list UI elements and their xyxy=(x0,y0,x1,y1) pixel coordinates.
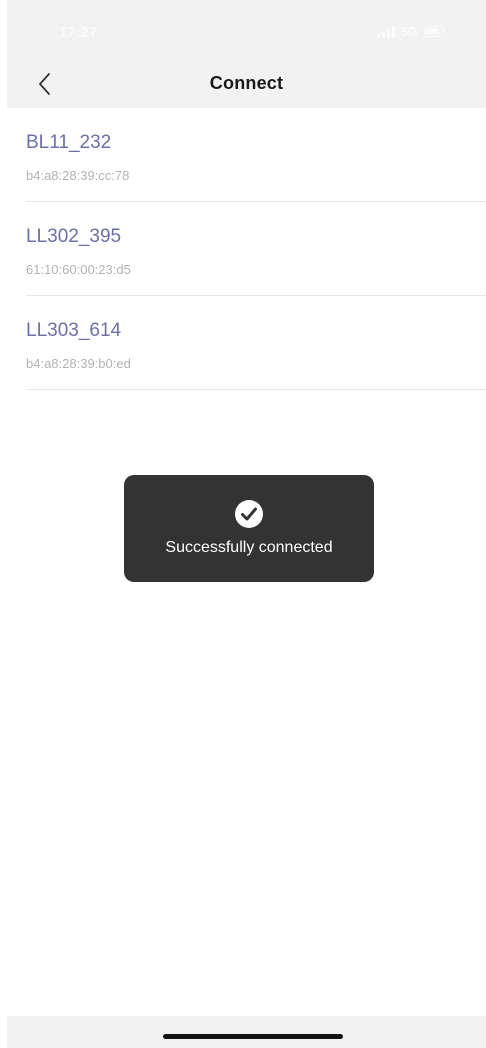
status-time: 17:27 xyxy=(59,24,98,41)
device-name: BL11_232 xyxy=(26,132,112,153)
divider xyxy=(26,389,486,390)
device-name: LL302_395 xyxy=(26,226,122,247)
device-item[interactable]: LL302_395 61:10:60:00:23:d5 xyxy=(0,202,486,296)
device-mac: b4:a8:28:39:cc:78 xyxy=(26,168,130,183)
status-icons: 5G xyxy=(376,24,444,39)
nav-bar: Connect xyxy=(7,62,486,108)
signal-icon xyxy=(376,25,395,38)
device-mac: 61:10:60:00:23:d5 xyxy=(26,262,131,277)
device-item[interactable]: BL11_232 b4:a8:28:39:cc:78 xyxy=(0,108,486,202)
battery-icon xyxy=(424,26,444,37)
bottom-bar xyxy=(7,1016,486,1048)
device-list: BL11_232 b4:a8:28:39:cc:78 LL302_395 61:… xyxy=(0,108,486,390)
device-item[interactable]: LL303_614 b4:a8:28:39:b0:ed xyxy=(0,296,486,390)
toast-message: Successfully connected xyxy=(165,539,333,556)
success-toast: Successfully connected xyxy=(124,475,374,582)
network-label: 5G xyxy=(400,24,418,39)
page-title: Connect xyxy=(209,73,284,93)
device-mac: b4:a8:28:39:b0:ed xyxy=(26,356,131,371)
home-indicator[interactable] xyxy=(163,1034,343,1039)
status-bar: 17:27 5G xyxy=(7,0,486,62)
device-name: LL303_614 xyxy=(26,320,122,341)
check-circle-icon xyxy=(235,500,263,528)
